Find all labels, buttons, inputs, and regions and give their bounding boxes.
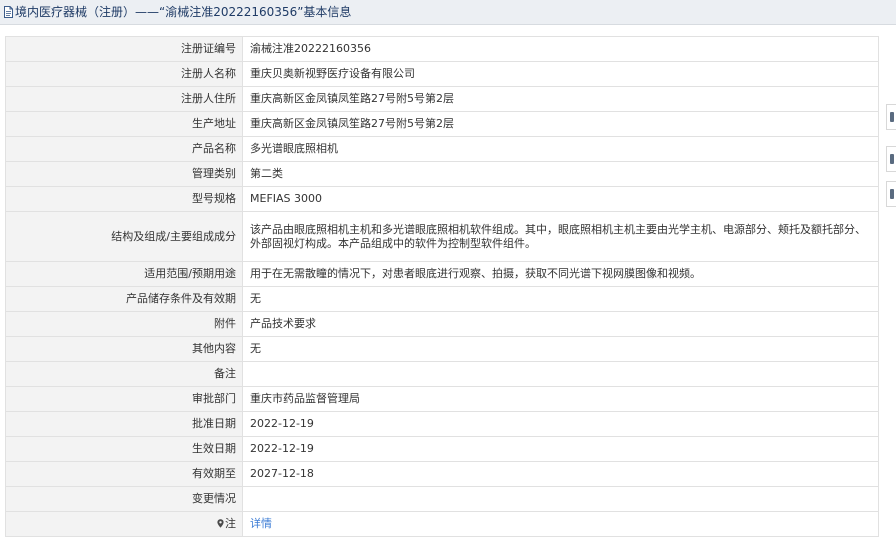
row-value: 第二类	[242, 161, 879, 187]
row-value: 2027-12-18	[242, 461, 879, 487]
table-row: 生产地址 重庆高新区金凤镇凤笙路27号附5号第2层	[5, 111, 879, 137]
location-pin-icon	[217, 519, 224, 528]
table-row: 附件 产品技术要求	[5, 311, 879, 337]
table-row: 审批部门 重庆市药品监督管理局	[5, 386, 879, 412]
note-label: 注	[225, 517, 236, 530]
row-label: 生产地址	[5, 111, 243, 137]
row-label: 批准日期	[5, 411, 243, 437]
row-value: 重庆高新区金凤镇凤笙路27号附5号第2层	[242, 86, 879, 112]
table-row: 产品储存条件及有效期 无	[5, 286, 879, 312]
row-label: 变更情况	[5, 486, 243, 512]
side-float-tab[interactable]	[886, 146, 896, 172]
row-value: 重庆高新区金凤镇凤笙路27号附5号第2层	[242, 111, 879, 137]
table-row: 其他内容 无	[5, 336, 879, 362]
page-title: 境内医疗器械（注册）——“渝械注准20222160356”基本信息	[15, 5, 352, 19]
table-row: 适用范围/预期用途 用于在无需散瞳的情况下，对患者眼底进行观察、拍摄，获取不同光…	[5, 261, 879, 287]
row-value: 2022-12-19	[242, 411, 879, 437]
row-label: 审批部门	[5, 386, 243, 412]
table-row: 批准日期 2022-12-19	[5, 411, 879, 437]
page-header: 境内医疗器械（注册）——“渝械注准20222160356”基本信息	[0, 0, 896, 25]
side-tab-icon	[890, 112, 894, 122]
table-row: 产品名称 多光谱眼底照相机	[5, 136, 879, 162]
row-label: 注册证编号	[5, 36, 243, 62]
row-label: 产品储存条件及有效期	[5, 286, 243, 312]
row-value: 该产品由眼底照相机主机和多光谱眼底照相机软件组成。其中，眼底照相机主机主要由光学…	[242, 211, 879, 262]
details-link[interactable]: 详情	[250, 517, 272, 530]
table-row: 注册人名称 重庆贝奥新视野医疗设备有限公司	[5, 61, 879, 87]
note-value-cell: 详情	[242, 511, 879, 537]
row-value: 重庆市药品监督管理局	[242, 386, 879, 412]
note-row: 注 详情	[5, 511, 879, 537]
document-icon	[4, 6, 13, 18]
row-label: 备注	[5, 361, 243, 387]
side-tab-icon	[890, 189, 894, 199]
row-label: 型号规格	[5, 186, 243, 212]
table-row: 变更情况	[5, 486, 879, 512]
row-label: 注册人住所	[5, 86, 243, 112]
row-value: 渝械注准20222160356	[242, 36, 879, 62]
table-row: 有效期至 2027-12-18	[5, 461, 879, 487]
note-label-cell: 注	[5, 511, 243, 537]
row-value: MEFIAS 3000	[242, 186, 879, 212]
table-row: 型号规格 MEFIAS 3000	[5, 186, 879, 212]
row-label: 其他内容	[5, 336, 243, 362]
row-label: 附件	[5, 311, 243, 337]
row-value: 重庆贝奥新视野医疗设备有限公司	[242, 61, 879, 87]
side-float-tab[interactable]	[886, 181, 896, 207]
side-tab-icon	[890, 154, 894, 164]
table-row: 注册人住所 重庆高新区金凤镇凤笙路27号附5号第2层	[5, 86, 879, 112]
row-value	[242, 361, 879, 387]
row-value: 无	[242, 336, 879, 362]
row-value: 多光谱眼底照相机	[242, 136, 879, 162]
row-label: 生效日期	[5, 436, 243, 462]
table-row: 管理类别 第二类	[5, 161, 879, 187]
row-value	[242, 486, 879, 512]
row-value: 2022-12-19	[242, 436, 879, 462]
side-float-tab[interactable]	[886, 104, 896, 130]
table-row: 备注	[5, 361, 879, 387]
row-label: 适用范围/预期用途	[5, 261, 243, 287]
row-label: 有效期至	[5, 461, 243, 487]
table-row: 结构及组成/主要组成成分 该产品由眼底照相机主机和多光谱眼底照相机软件组成。其中…	[5, 211, 879, 262]
row-label: 注册人名称	[5, 61, 243, 87]
table-row: 生效日期 2022-12-19	[5, 436, 879, 462]
row-label: 结构及组成/主要组成成分	[5, 211, 243, 262]
row-value: 用于在无需散瞳的情况下，对患者眼底进行观察、拍摄，获取不同光谱下视网膜图像和视频…	[242, 261, 879, 287]
info-table: 注册证编号 渝械注准20222160356 注册人名称 重庆贝奥新视野医疗设备有…	[5, 36, 879, 537]
row-value: 产品技术要求	[242, 311, 879, 337]
row-label: 产品名称	[5, 136, 243, 162]
row-value: 无	[242, 286, 879, 312]
row-label: 管理类别	[5, 161, 243, 187]
table-row: 注册证编号 渝械注准20222160356	[5, 36, 879, 62]
